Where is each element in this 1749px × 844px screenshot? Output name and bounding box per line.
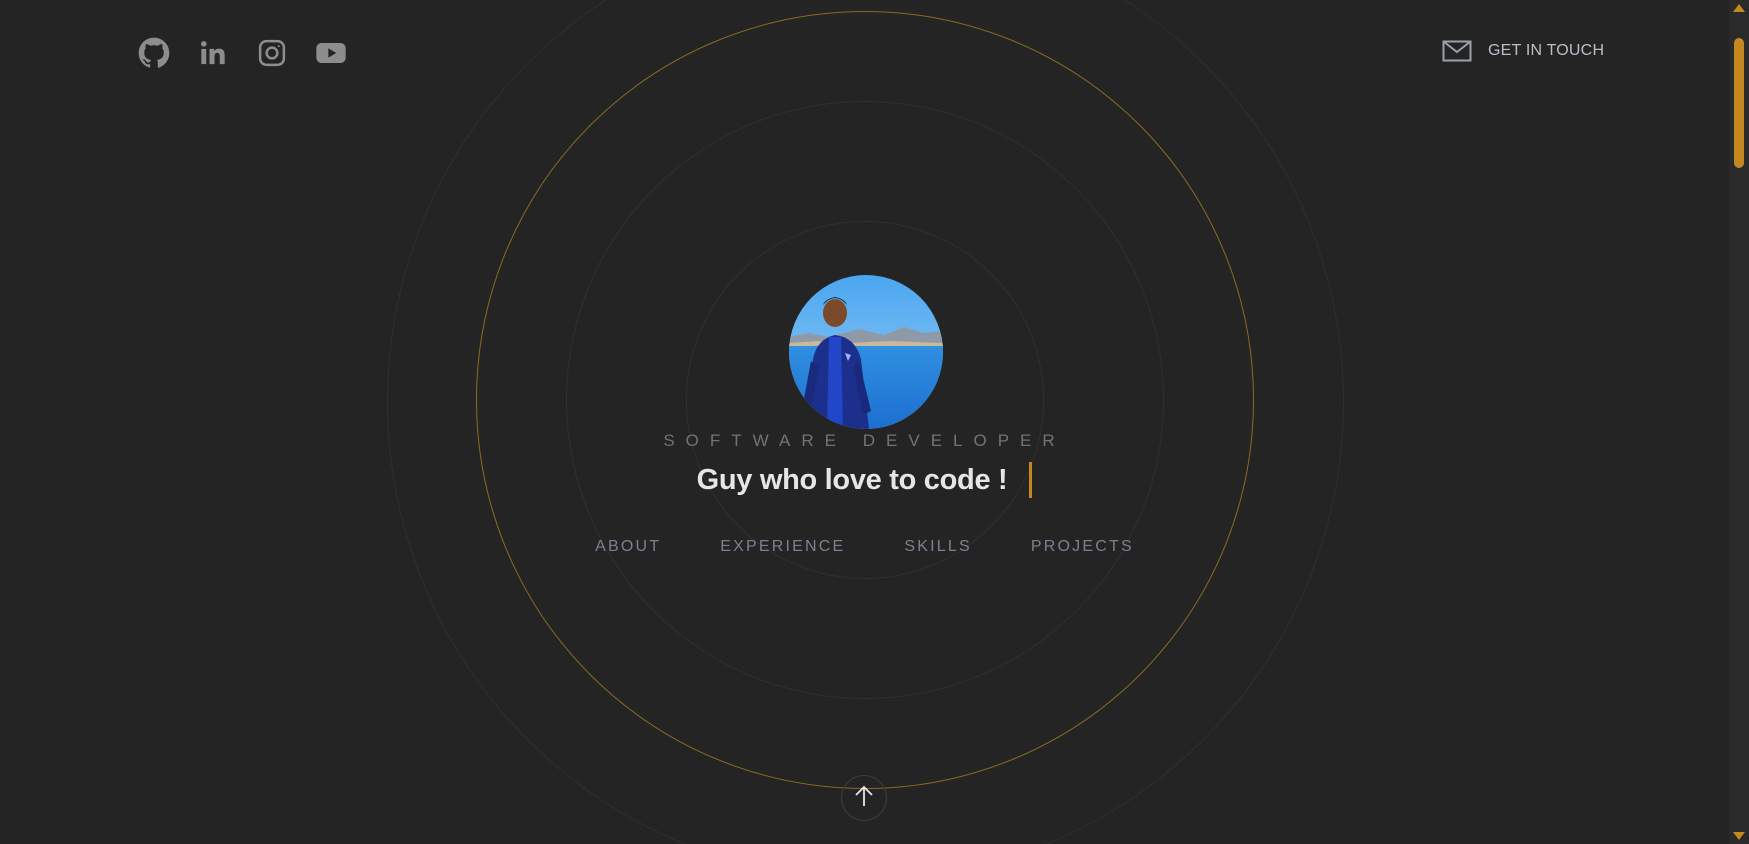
role-title: SOFTWARE DEVELOPER: [663, 431, 1066, 450]
mail-icon: [1442, 40, 1472, 62]
scrollbar-thumb[interactable]: [1734, 38, 1744, 168]
headline-row: Guy who love to code !: [0, 462, 1729, 498]
get-in-touch-link[interactable]: GET IN TOUCH: [1442, 40, 1604, 62]
scroll-up-button[interactable]: [841, 775, 887, 821]
linkedin-icon: [199, 39, 227, 67]
headline: Guy who love to code !: [696, 463, 1008, 496]
social-links: [137, 36, 373, 70]
linkedin-link[interactable]: [196, 36, 230, 70]
nav-skills[interactable]: SKILLS: [904, 538, 971, 556]
scroll-down-arrow-icon[interactable]: [1733, 832, 1745, 840]
instagram-link[interactable]: [255, 36, 289, 70]
github-link[interactable]: [137, 36, 171, 70]
section-nav: ABOUT EXPERIENCE SKILLS PROJECTS: [0, 538, 1729, 556]
arrow-up-icon: [853, 784, 875, 813]
nav-about[interactable]: ABOUT: [595, 538, 661, 556]
nav-experience[interactable]: EXPERIENCE: [720, 538, 845, 556]
instagram-icon: [257, 38, 287, 68]
github-icon: [138, 37, 170, 69]
page-scrollbar[interactable]: [1729, 0, 1749, 844]
get-in-touch-label: GET IN TOUCH: [1488, 42, 1605, 59]
avatar: [789, 275, 943, 429]
portfolio-page: GET IN TOUCH SOFTWARE DEVELOPER Guy who …: [0, 0, 1749, 844]
nav-projects[interactable]: PROJECTS: [1031, 538, 1134, 556]
youtube-icon: [315, 37, 347, 69]
scroll-up-arrow-icon[interactable]: [1733, 4, 1745, 12]
typing-caret: [1029, 462, 1033, 498]
youtube-link[interactable]: [314, 36, 348, 70]
